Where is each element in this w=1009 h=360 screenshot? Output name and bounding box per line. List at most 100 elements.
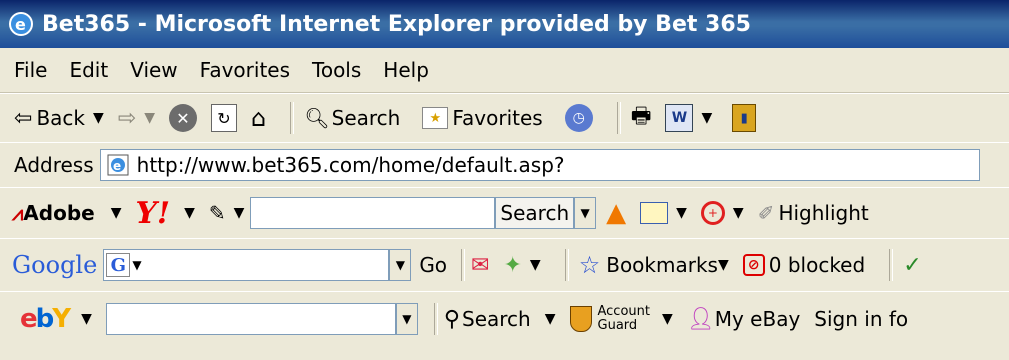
toolbar-separator: [433, 303, 438, 335]
ebay-search-label: Search: [462, 307, 531, 331]
back-button[interactable]: ⇦ Back ▼: [14, 106, 104, 131]
ebay-logo-icon: ebY: [20, 304, 71, 334]
target-icon: +: [700, 201, 725, 225]
account-guard-dropdown-icon[interactable]: ▼: [662, 311, 673, 327]
toolbar-separator: [461, 249, 466, 281]
sign-in-link[interactable]: Sign in fo: [814, 307, 908, 331]
google-g-icon[interactable]: G: [106, 253, 131, 277]
target-dropdown-icon[interactable]: ▼: [733, 205, 744, 221]
options-button[interactable]: ✦ ▼: [503, 253, 540, 278]
news-ticket-icon: ✉: [471, 252, 490, 278]
pencil-icon: ✎: [208, 201, 226, 225]
page-ie-icon: e: [107, 154, 129, 176]
adobe-dropdown-icon[interactable]: ▼: [111, 205, 122, 221]
google-go-button[interactable]: Go: [419, 253, 447, 277]
back-dropdown-icon[interactable]: ▼: [93, 110, 104, 126]
google-g-dropdown-icon[interactable]: ▼: [132, 258, 141, 272]
yahoo-menu-button[interactable]: Y! ▼: [135, 196, 194, 231]
ebay-toolbar: ebY ▼ ▼ ⚲ Search ▼ Account Guard ▼ 👤︎ My…: [0, 291, 1009, 346]
yahoo-dropdown-icon[interactable]: ▼: [184, 205, 195, 221]
popup-blocker-button[interactable]: ⊘ 0 blocked: [742, 253, 865, 277]
research-button[interactable]: ▮: [732, 104, 757, 132]
ebay-search-input[interactable]: [105, 303, 396, 335]
adobe-yahoo-toolbar: ⩘ Adobe ▼ Y! ▼ ✎ ▼ Search ▼ ▲ ▼ + ▼ ✐ Hi…: [0, 187, 1009, 239]
menu-edit[interactable]: Edit: [69, 58, 108, 82]
mail-dropdown-icon[interactable]: ▼: [676, 205, 687, 221]
options-dropdown-icon[interactable]: ▼: [530, 257, 541, 273]
google-logo[interactable]: Google: [12, 251, 97, 279]
highlight-button[interactable]: ✐ Highlight: [758, 201, 869, 225]
svg-text:e: e: [113, 159, 121, 173]
yahoo-search-button[interactable]: Search: [495, 197, 575, 229]
ebay-search-dropdown[interactable]: ▼: [395, 303, 418, 335]
favorites-label: Favorites: [452, 106, 543, 130]
home-icon: ⌂: [251, 104, 267, 132]
favorites-button[interactable]: ★ Favorites: [422, 106, 543, 130]
edit-word-button[interactable]: W ▼: [665, 104, 712, 132]
account-guard-label: Account Guard: [598, 305, 651, 333]
print-button[interactable]: 🖶: [631, 99, 652, 137]
refresh-button[interactable]: ↻: [211, 104, 237, 132]
pencil-dropdown-icon[interactable]: ▼: [234, 205, 245, 221]
magnifier-globe-icon: 🔍︎: [304, 106, 330, 130]
bookmarks-label: Bookmarks: [606, 253, 718, 277]
bookmarks-button[interactable]: ☆ Bookmarks ▼: [579, 251, 729, 279]
ebay-search-button[interactable]: ⚲ Search ▼: [444, 307, 556, 332]
toolbar-separator: [564, 249, 569, 281]
yahoo-search-dropdown[interactable]: ▼: [574, 197, 597, 229]
mail-button[interactable]: ▼: [640, 202, 687, 224]
menu-favorites[interactable]: Favorites: [200, 58, 290, 82]
google-search-input[interactable]: G ▼: [103, 249, 390, 281]
menu-help[interactable]: Help: [383, 58, 429, 82]
back-arrow-icon: ⇦: [14, 105, 33, 131]
my-ebay-button[interactable]: 👤︎ My eBay: [687, 307, 801, 332]
toolbar-separator: [889, 249, 894, 281]
ebay-dropdown-icon[interactable]: ▼: [81, 311, 92, 327]
yahoo-search-input[interactable]: [250, 197, 496, 229]
word-icon: W: [665, 104, 694, 132]
forward-dropdown-icon[interactable]: ▼: [144, 110, 155, 126]
highlight-label: Highlight: [778, 201, 869, 225]
address-field[interactable]: e http://www.bet365.com/home/default.asp…: [99, 149, 980, 181]
stop-button[interactable]: ✕: [169, 104, 197, 132]
account-guard-line2: Guard: [597, 318, 638, 333]
adobe-menu-button[interactable]: ⩘ Adobe ▼: [12, 201, 121, 225]
home-button[interactable]: ⌂: [251, 104, 266, 132]
edit-dropdown-icon[interactable]: ▼: [701, 110, 712, 126]
search-button[interactable]: 🔍︎ Search: [304, 106, 400, 130]
highlighter-pen-icon: ✐: [757, 201, 775, 225]
adobe-logo-icon: ⩘: [12, 201, 24, 225]
ebay-search-dropdown-icon[interactable]: ▼: [545, 311, 556, 327]
forward-button[interactable]: ⇨ ▼: [118, 106, 155, 131]
menu-view[interactable]: View: [130, 58, 177, 82]
menu-tools[interactable]: Tools: [312, 58, 361, 82]
ebay-menu-button[interactable]: ebY ▼: [20, 304, 92, 334]
ie-logo-icon: e: [8, 11, 34, 37]
history-button[interactable]: ◷: [564, 104, 593, 132]
target-button[interactable]: + ▼: [700, 201, 744, 225]
google-search-dropdown[interactable]: ▼: [389, 249, 412, 281]
address-bar: Address e http://www.bet365.com/home/def…: [0, 142, 1009, 188]
shield-icon: [569, 306, 592, 332]
address-url: http://www.bet365.com/home/default.asp?: [136, 153, 565, 177]
stop-icon: ✕: [169, 104, 197, 132]
back-label: Back: [36, 106, 85, 130]
menu-file[interactable]: File: [14, 58, 47, 82]
favorites-star-icon: ★: [422, 107, 449, 129]
adobe-label: Adobe: [23, 201, 95, 225]
forward-arrow-icon: ⇨: [117, 105, 137, 131]
spellcheck-icon: ✓: [903, 252, 922, 278]
pencil-menu-button[interactable]: ✎ ▼: [209, 201, 245, 225]
person-icon: 👤︎: [686, 306, 715, 332]
spellcheck-button[interactable]: ✓: [903, 253, 921, 278]
account-guard-line1: Account: [597, 304, 651, 319]
mail-icon: [640, 202, 669, 224]
news-button[interactable]: ✉: [471, 253, 489, 278]
window-title: Bet365 - Microsoft Internet Explorer pro…: [42, 11, 751, 37]
toolbar-separator: [616, 102, 621, 134]
account-guard-button[interactable]: Account Guard ▼: [569, 305, 673, 333]
alert-button[interactable]: ▲: [606, 198, 626, 228]
my-ebay-label: My eBay: [714, 307, 801, 331]
research-book-icon: ▮: [732, 104, 757, 132]
bookmarks-dropdown-icon[interactable]: ▼: [718, 257, 729, 273]
